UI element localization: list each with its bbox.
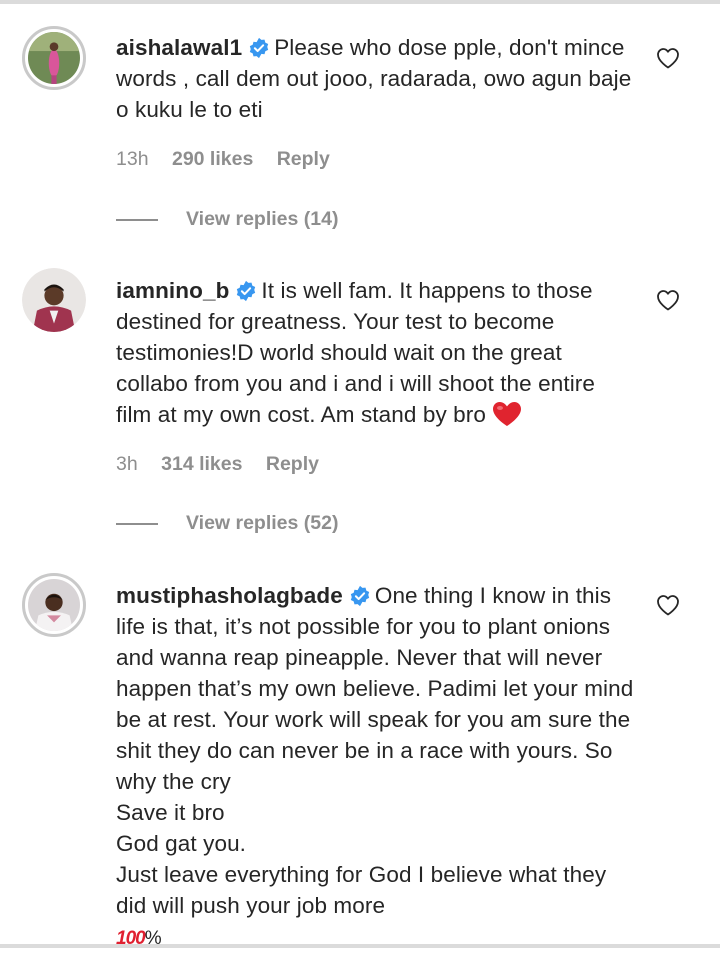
comment-meta: 3h 314 likes Reply [116, 453, 337, 476]
bottom-divider [0, 944, 720, 948]
reply-button[interactable]: Reply [277, 148, 330, 170]
username-link[interactable]: iamnino_b [116, 278, 229, 303]
timestamp: 13h [116, 148, 149, 170]
avatar[interactable] [22, 268, 86, 332]
avatar-image [22, 268, 86, 332]
comment-text: One thing I know in this life is that, i… [116, 583, 634, 794]
replies-divider [116, 522, 158, 525]
verified-badge-icon [235, 280, 257, 302]
username-link[interactable]: aishalawal1 [116, 35, 242, 60]
avatar[interactable] [22, 573, 86, 637]
view-replies-button[interactable]: View replies (14) [116, 208, 338, 231]
verified-badge-icon [248, 37, 270, 59]
comment-body: mustiphasholagbade One thing I know in th… [116, 580, 636, 954]
top-divider [0, 0, 720, 4]
avatar[interactable] [22, 26, 86, 90]
comment-body: iamnino_b It is well fam. It happens to t… [116, 275, 636, 430]
comment-text-line: Save it bro [116, 800, 225, 825]
heart-outline-icon[interactable] [656, 594, 680, 616]
likes-count[interactable]: 314 likes [161, 453, 242, 475]
comment-meta: 13h 290 likes Reply [116, 148, 348, 171]
username-link[interactable]: mustiphasholagbade [116, 583, 343, 608]
reply-button[interactable]: Reply [266, 453, 319, 475]
heart-outline-icon[interactable] [656, 289, 680, 311]
comment-text-line: Just leave everything for God I believe … [116, 862, 607, 918]
comment-body: aishalawal1 Please who dose pple, don't m… [116, 32, 636, 125]
view-replies-button[interactable]: View replies (52) [116, 512, 338, 535]
red-heart-emoji [492, 401, 522, 427]
hundred-points-emoji: 100 [116, 928, 146, 949]
heart-outline-icon[interactable] [656, 47, 680, 69]
view-replies-label: View replies (52) [186, 512, 339, 534]
comment-text-line: God gat you. [116, 831, 247, 856]
avatar-image [28, 579, 80, 631]
likes-count[interactable]: 290 likes [172, 148, 253, 170]
verified-badge-icon [349, 585, 371, 607]
replies-divider [116, 218, 158, 221]
timestamp: 3h [116, 453, 138, 475]
view-replies-label: View replies (14) [186, 208, 339, 230]
avatar-image [28, 32, 80, 84]
